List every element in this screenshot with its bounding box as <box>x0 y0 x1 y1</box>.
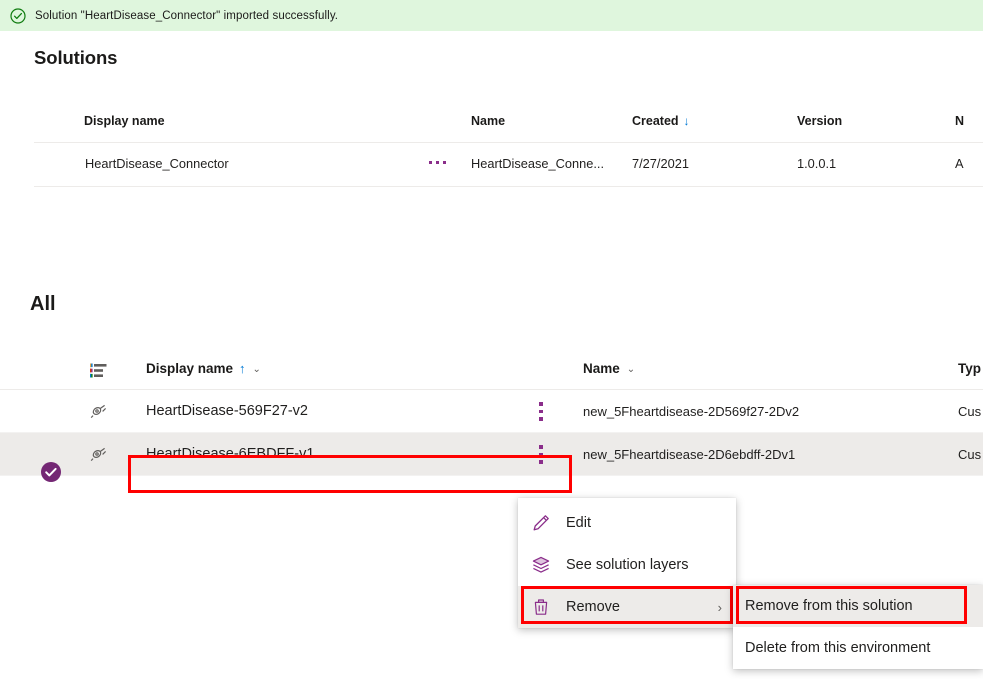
solutions-page-title: Solutions <box>34 47 118 68</box>
context-menu-label: See solution layers <box>566 557 689 573</box>
solutions-cell-version: 1.0.0.1 <box>797 156 837 171</box>
context-menu-label: Remove <box>566 599 620 615</box>
component-type-icon[interactable] <box>90 363 107 378</box>
ellipsis-horizontal-icon[interactable] <box>429 161 446 164</box>
solutions-cell-display-name: HeartDisease_Connector <box>85 156 229 171</box>
chevron-right-icon: › <box>717 599 722 615</box>
context-menu-item-see-solution-layers[interactable]: See solution layers <box>518 544 736 586</box>
solutions-page: Solution "HeartDisease_Connector" import… <box>0 0 983 679</box>
context-menu-item-edit[interactable]: Edit <box>518 502 736 544</box>
solutions-col-display-name[interactable]: Display name <box>84 114 165 128</box>
solutions-table: Display name Name Created ↓ Version N Hea… <box>34 110 983 187</box>
all-cell-display-name: HeartDisease-6EBDFF-v1 <box>146 446 315 462</box>
solutions-col-clipped[interactable]: N <box>955 114 983 128</box>
banner-message: Solution "HeartDisease_Connector" import… <box>35 9 339 22</box>
context-menu-item-remove[interactable]: Remove › <box>518 586 736 628</box>
solutions-table-row[interactable]: HeartDisease_Connector HeartDisease_Conn… <box>34 143 983 187</box>
submenu-item-delete-from-this-environment[interactable]: Delete from this environment <box>733 627 983 669</box>
context-menu-label: Edit <box>566 515 591 531</box>
remove-submenu: Remove from this solution Delete from th… <box>733 585 983 669</box>
solutions-col-created[interactable]: Created ↓ <box>632 114 690 128</box>
connector-plug-icon <box>90 447 107 462</box>
all-col-display-name[interactable]: Display name ↑ ⌄ <box>146 361 261 376</box>
all-col-type[interactable]: Typ <box>958 361 983 376</box>
row-selected-check-icon[interactable] <box>40 461 62 483</box>
all-components-table: Display name ↑ ⌄ Name ⌄ Typ HeartDisease-56… <box>0 352 983 476</box>
all-cell-display-name: HeartDisease-569F27-v2 <box>146 403 308 419</box>
solutions-cell-created: 7/27/2021 <box>632 156 689 171</box>
connector-plug-icon <box>90 404 107 419</box>
solutions-col-version[interactable]: Version <box>797 114 842 128</box>
all-cell-type: Cus <box>958 404 982 419</box>
solutions-table-header: Display name Name Created ↓ Version N <box>34 110 983 143</box>
all-col-name[interactable]: Name ⌄ <box>583 361 635 376</box>
chevron-down-icon[interactable]: ⌄ <box>253 364 261 375</box>
import-success-banner: Solution "HeartDisease_Connector" import… <box>0 0 983 31</box>
submenu-label: Remove from this solution <box>745 598 913 614</box>
submenu-item-remove-from-this-solution[interactable]: Remove from this solution <box>733 585 983 627</box>
solutions-cell-clipped: A <box>955 156 964 171</box>
chevron-down-icon[interactable]: ⌄ <box>627 364 635 375</box>
row-context-menu: Edit See solution layers Remove › <box>518 498 736 628</box>
submenu-label: Delete from this environment <box>745 640 931 656</box>
more-vertical-icon[interactable] <box>533 402 549 421</box>
check-circle-icon <box>10 7 26 24</box>
sort-ascending-icon: ↑ <box>239 361 246 376</box>
layers-icon <box>532 556 550 573</box>
sort-descending-icon: ↓ <box>683 114 690 128</box>
solutions-cell-name: HeartDisease_Conne... <box>471 156 605 171</box>
table-row[interactable]: HeartDisease-569F27-v2 new_5Fheartdiseas… <box>0 390 983 433</box>
all-table-header: Display name ↑ ⌄ Name ⌄ Typ <box>0 352 983 390</box>
all-cell-name: new_5Fheartdisease-2D569f27-2Dv2 <box>583 404 800 419</box>
trash-icon <box>534 599 548 615</box>
table-row[interactable]: HeartDisease-6EBDFF-v1 new_5Fheartdiseas… <box>0 433 983 476</box>
all-cell-type: Cus <box>958 447 982 462</box>
solutions-col-name[interactable]: Name <box>471 114 505 128</box>
pencil-icon <box>533 515 549 531</box>
all-section-title: All <box>30 293 56 315</box>
more-vertical-icon[interactable] <box>533 445 549 464</box>
all-cell-name: new_5Fheartdisease-2D6ebdff-2Dv1 <box>583 447 796 462</box>
